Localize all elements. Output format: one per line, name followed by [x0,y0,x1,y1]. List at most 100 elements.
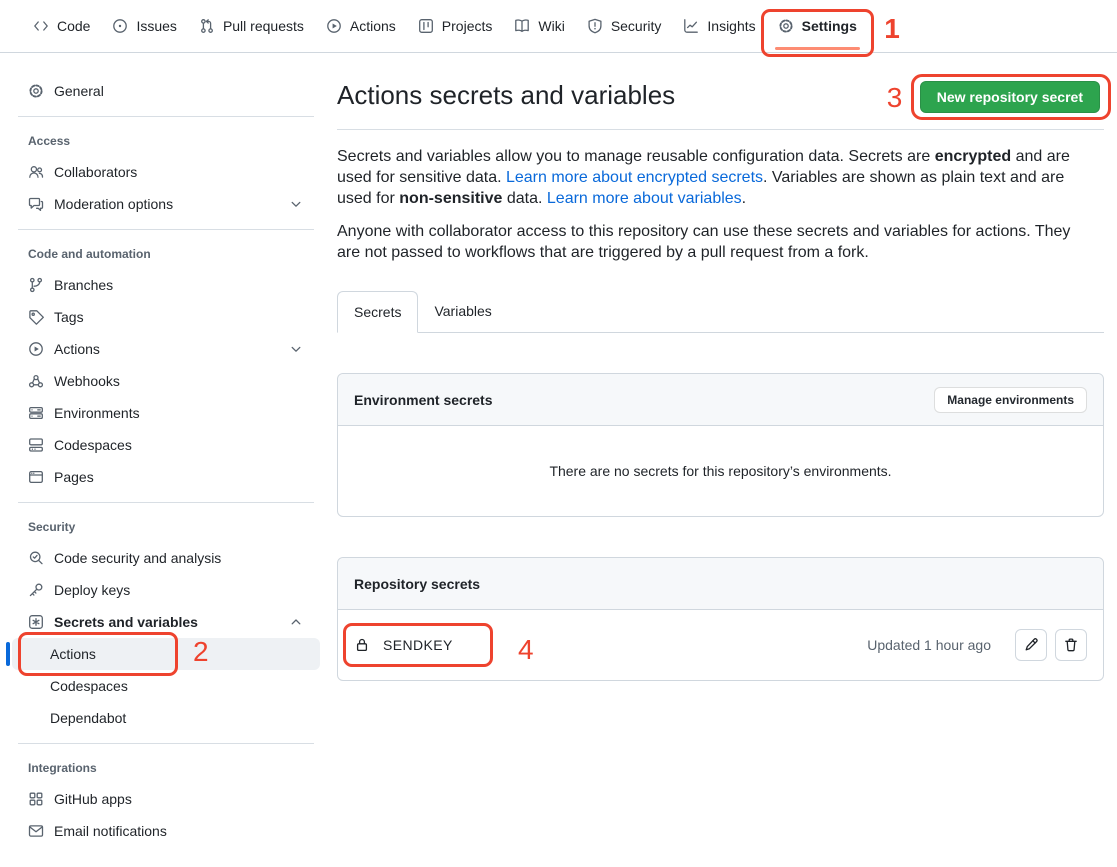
sidebar-subitem-codespaces[interactable]: Codespaces [12,670,320,702]
sidebar-item-pages[interactable]: Pages [12,461,320,493]
gear-icon [28,83,44,99]
panel-title: Environment secrets [354,392,493,408]
sidebar-item-label: Pages [54,468,94,486]
sidebar-item-codespaces[interactable]: Codespaces [12,429,320,461]
play-icon [326,18,342,34]
environment-secrets-panel: Environment secrets Manage environments … [337,373,1104,517]
secret-name-cell: SENDKEY 4 [354,637,453,653]
sidebar-item-github-apps[interactable]: GitHub apps [12,783,320,815]
codespaces-icon [28,437,44,453]
secret-updated-text: Updated 1 hour ago [867,637,991,653]
sidebar-item-label: Codespaces [54,436,132,454]
tab-label: Settings [802,18,857,34]
intro-bold-non-sensitive: non-sensitive [399,190,502,207]
lock-icon [354,637,370,653]
tab-variables[interactable]: Variables [418,291,507,333]
play-icon [28,341,44,357]
sidebar-item-label: Tags [54,308,84,326]
code-icon [33,18,49,34]
sidebar-item-email-notifications[interactable]: Email notifications [12,815,320,847]
tab-insights[interactable]: Insights [672,0,766,52]
tab-label: Code [57,18,90,34]
sidebar-item-general[interactable]: General [12,75,320,107]
tab-label: Wiki [538,18,564,34]
tab-label: Pull requests [223,18,304,34]
repository-secrets-panel: Repository secrets SENDKEY 4 Updated 1 h… [337,557,1104,681]
sidebar-item-label: Email notifications [54,822,167,840]
sidebar-item-environments[interactable]: Environments [12,397,320,429]
tab-projects[interactable]: Projects [407,0,504,52]
fork-note-paragraph: Anyone with collaborator access to this … [337,221,1093,263]
comment-discussion-icon [28,196,44,212]
book-icon [514,18,530,34]
asterisk-box-icon [28,614,44,630]
tab-secrets[interactable]: Secrets [337,291,418,333]
delete-secret-button[interactable] [1055,629,1087,661]
sidebar-item-code-security[interactable]: Code security and analysis [12,542,320,574]
environment-secrets-header: Environment secrets Manage environments [338,374,1103,426]
sidebar-item-label: Moderation options [54,195,173,213]
tab-wiki[interactable]: Wiki [503,0,575,52]
sidebar-item-label: Actions [54,340,100,358]
environment-secrets-empty-text: There are no secrets for this repository… [338,426,1103,516]
sidebar-item-moderation-options[interactable]: Moderation options [12,188,320,220]
sidebar-item-actions[interactable]: Actions [12,333,320,365]
intro-text: . [742,190,746,207]
tab-issues[interactable]: Issues [101,0,187,52]
sidebar-subitem-label: Codespaces [50,678,128,694]
secret-row: SENDKEY 4 Updated 1 hour ago [338,610,1103,680]
sidebar-section-integrations: Integrations [12,753,320,783]
gear-icon [778,18,794,34]
sidebar-item-label: Environments [54,404,140,422]
server-icon [28,405,44,421]
sidebar-item-collaborators[interactable]: Collaborators [12,156,320,188]
manage-environments-button[interactable]: Manage environments [934,387,1087,413]
active-item-bar [6,642,10,666]
annotation-number-3: 3 [887,84,903,112]
apps-icon [28,791,44,807]
sidebar-divider [18,116,314,117]
sidebar-subitem-dependabot[interactable]: Dependabot [12,702,320,734]
annotation-number-2: 2 [193,638,209,666]
sidebar-item-tags[interactable]: Tags [12,301,320,333]
settings-sidebar: General Access Collaborators Moderation … [0,53,330,847]
tab-code[interactable]: Code [22,0,101,52]
chevron-down-icon [288,341,304,357]
tab-pull-requests[interactable]: Pull requests [188,0,315,52]
sidebar-subitem-actions[interactable]: Actions 2 [12,638,320,670]
git-pull-request-icon [199,18,215,34]
panel-title: Repository secrets [354,576,480,592]
link-encrypted-secrets[interactable]: Learn more about encrypted secrets [506,169,763,186]
tab-label: Issues [136,18,176,34]
edit-secret-button[interactable] [1015,629,1047,661]
mail-icon [28,823,44,839]
sidebar-item-label: General [54,82,104,100]
new-repository-secret-button[interactable]: New repository secret [920,81,1100,113]
chevron-up-icon [288,614,304,630]
tag-icon [28,309,44,325]
active-tab-underline [775,47,860,50]
repository-secrets-header: Repository secrets [338,558,1103,610]
sidebar-item-branches[interactable]: Branches [12,269,320,301]
tab-settings[interactable]: Settings 1 [767,0,868,52]
sidebar-item-secrets-and-variables[interactable]: Secrets and variables [12,606,320,638]
sidebar-item-label: Code security and analysis [54,549,221,567]
tab-label: Insights [707,18,755,34]
tab-security[interactable]: Security [576,0,673,52]
annotation-number-4: 4 [518,636,534,664]
tab-actions[interactable]: Actions [315,0,407,52]
project-icon [418,18,434,34]
tab-label: Security [611,18,662,34]
sidebar-item-label: Deploy keys [54,581,130,599]
sidebar-section-security: Security [12,512,320,542]
sidebar-item-webhooks[interactable]: Webhooks [12,365,320,397]
webhook-icon [28,373,44,389]
sidebar-item-label: Secrets and variables [54,613,198,631]
intro-paragraph: Secrets and variables allow you to manag… [337,146,1093,209]
browser-icon [28,469,44,485]
secret-row-actions: Updated 1 hour ago [867,629,1087,661]
sidebar-section-code-and-automation: Code and automation [12,239,320,269]
sidebar-item-deploy-keys[interactable]: Deploy keys [12,574,320,606]
key-icon [28,582,44,598]
link-variables[interactable]: Learn more about variables [547,190,742,207]
